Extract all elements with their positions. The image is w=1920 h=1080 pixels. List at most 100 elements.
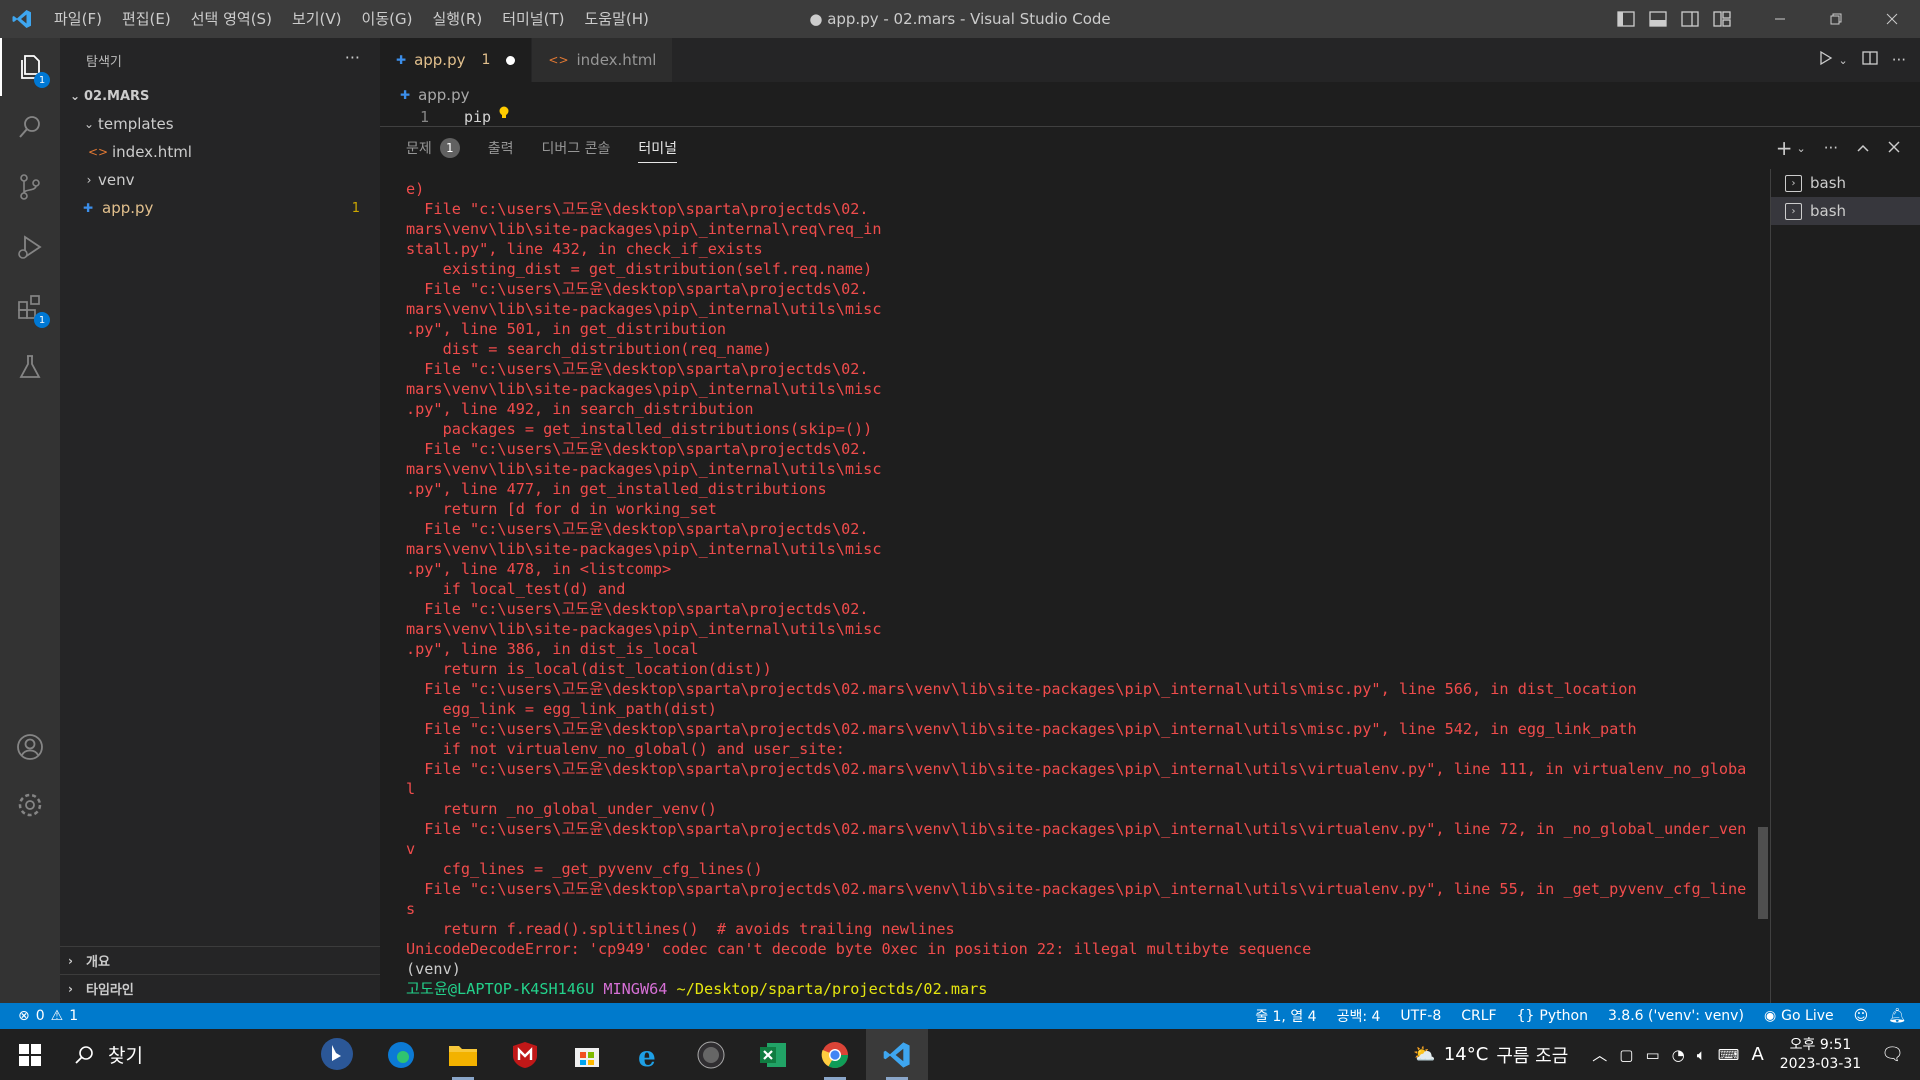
clock[interactable]: 오후 9:51 2023-03-31 [1780, 1036, 1861, 1074]
run-dropdown-chevron-icon[interactable]: ⌄ [1838, 54, 1847, 67]
terminal-output[interactable]: e) File "c:\users\고도윤\desktop\sparta\pro… [406, 179, 1746, 999]
toggle-secondary-sidebar-icon[interactable] [1674, 0, 1706, 38]
microsoft-store-icon[interactable] [556, 1029, 618, 1080]
explorer-icon[interactable]: 1 [0, 38, 60, 96]
menu-help[interactable]: 도움말(H) [574, 0, 658, 38]
problem-count: 1 [351, 200, 360, 216]
terminal-line: UnicodeDecodeError: 'cp949' codec can't … [406, 940, 1312, 958]
battery-icon[interactable]: ▭ [1645, 1046, 1659, 1064]
menu-selection[interactable]: 선택 영역(S) [181, 0, 282, 38]
menu-view[interactable]: 보기(V) [282, 0, 352, 38]
editor-actions: ⌄ ··· [1818, 38, 1906, 82]
toggle-primary-sidebar-icon[interactable] [1610, 0, 1642, 38]
breadcrumb-file[interactable]: app.py [418, 86, 469, 104]
end-of-line[interactable]: CRLF [1461, 1008, 1496, 1024]
terminal-dropdown-chevron-icon[interactable]: ⌄ [1796, 142, 1805, 155]
lightbulb-icon[interactable] [498, 106, 510, 124]
code-text[interactable]: pip [464, 108, 491, 126]
windows-start-icon[interactable] [0, 1029, 60, 1080]
terminal-list-item[interactable]: › bash [1771, 197, 1920, 225]
keyboard-icon[interactable]: ⌨ [1718, 1046, 1740, 1064]
problems-status[interactable]: ⊗ 0 ⚠ 1 [0, 1008, 78, 1024]
terminal-scrollbar[interactable] [1758, 827, 1768, 919]
minimize-icon[interactable] [1752, 0, 1808, 38]
terminal-prompt[interactable]: 고도윤@LAPTOP-K4SH146U MINGW64 ~/Desktop/sp… [406, 979, 1746, 999]
unsaved-dot-icon[interactable] [506, 55, 516, 65]
new-terminal-plus-icon[interactable]: + [1776, 136, 1793, 160]
settings-gear-icon[interactable] [0, 776, 60, 834]
panel-actions: + ⌄ ··· [1776, 127, 1900, 169]
search-icon[interactable] [0, 98, 60, 156]
chrome-icon[interactable] [804, 1029, 866, 1080]
menu-terminal[interactable]: 터미널(T) [492, 0, 574, 38]
encoding[interactable]: UTF-8 [1400, 1008, 1441, 1024]
mcafee-icon[interactable] [494, 1029, 556, 1080]
folder-root-02mars[interactable]: ⌄ 02.MARS [60, 82, 380, 110]
tab-index-html[interactable]: <> index.html [532, 38, 674, 82]
tab-problems[interactable]: 문제 1 [380, 127, 474, 169]
edge-browser-icon[interactable] [370, 1029, 432, 1080]
vscode-taskbar-icon[interactable] [866, 1029, 928, 1080]
editor-more-icon[interactable]: ··· [1892, 51, 1906, 69]
terminal-line: (venv) [406, 960, 461, 978]
file-explorer-icon[interactable] [432, 1029, 494, 1080]
close-panel-icon[interactable] [1888, 139, 1900, 157]
restore-icon[interactable] [1808, 0, 1864, 38]
menu-edit[interactable]: 편집(E) [112, 0, 181, 38]
tree-item-templates[interactable]: ⌄ templates [60, 110, 380, 138]
split-editor-icon[interactable] [1862, 50, 1878, 70]
tab-debug-console[interactable]: 디버그 콘솔 [528, 127, 625, 169]
tray-chevron-up-icon[interactable]: ︿ [1592, 1044, 1607, 1065]
feedback-person-icon[interactable]: ☺ [1854, 1008, 1869, 1024]
excel-icon[interactable] [742, 1029, 804, 1080]
customize-layout-icon[interactable] [1706, 0, 1738, 38]
terminal-line: e) [406, 180, 425, 198]
extensions-icon[interactable]: 1 [0, 278, 60, 336]
more-actions-icon[interactable]: ··· [345, 48, 360, 67]
timeline-section[interactable]: › 타임라인 [60, 974, 380, 1002]
cursor-position[interactable]: 줄 1, 열 4 [1255, 1006, 1316, 1026]
menu-run[interactable]: 실행(R) [422, 0, 492, 38]
activity-bar: 1 1 [0, 38, 60, 1003]
terminal-line: if not virtualenv_no_global() and user_s… [406, 740, 845, 758]
python-interpreter[interactable]: 3.8.6 ('venv': venv) [1608, 1008, 1744, 1024]
tree-item-venv[interactable]: › venv [60, 166, 380, 194]
tab-label: app.py [414, 51, 466, 69]
terminal-line: File "c:\users\고도윤\desktop\sparta\projec… [406, 600, 869, 618]
breadcrumb: ✚ app.py [400, 84, 469, 106]
terminal-list-item[interactable]: › bash [1771, 169, 1920, 197]
notifications-bell-icon[interactable]: 🔔︎ [1888, 1008, 1906, 1024]
tree-item-app-py[interactable]: ✚ app.py 1 [60, 194, 380, 222]
wifi-icon[interactable]: ◔ [1672, 1046, 1685, 1064]
tab-output[interactable]: 출력 [474, 127, 528, 169]
bing-icon[interactable] [320, 1037, 354, 1076]
menu-go[interactable]: 이동(G) [352, 0, 423, 38]
go-live-button[interactable]: ◉ Go Live [1764, 1008, 1834, 1024]
menu-file[interactable]: 파일(F) [44, 0, 112, 38]
indentation[interactable]: 공백: 4 [1337, 1006, 1381, 1026]
notification-center-icon[interactable]: 🗨︎ [1881, 1044, 1904, 1065]
outline-section[interactable]: › 개요 [60, 946, 380, 974]
maximize-panel-chevron-up-icon[interactable] [1856, 139, 1870, 157]
toggle-panel-icon[interactable] [1642, 0, 1674, 38]
testing-flask-icon[interactable] [0, 338, 60, 396]
accounts-icon[interactable] [0, 718, 60, 776]
language-mode[interactable]: {} Python [1517, 1008, 1588, 1024]
tab-app-py[interactable]: ✚ app.py 1 [380, 38, 533, 82]
source-control-icon[interactable] [0, 158, 60, 216]
taskbar-search[interactable]: 찾기 [60, 1029, 370, 1080]
weather-widget[interactable]: ⛅ 14°C 구름 조금 [1413, 1042, 1568, 1068]
meet-now-icon[interactable]: ▢ [1619, 1046, 1633, 1064]
run-debug-icon[interactable] [0, 218, 60, 276]
volume-icon[interactable]: 🔈︎ [1697, 1046, 1706, 1064]
internet-explorer-icon[interactable]: e [618, 1029, 680, 1080]
tab-terminal[interactable]: 터미널 [624, 127, 691, 169]
html-file-icon: <> [87, 145, 109, 159]
obs-icon[interactable] [680, 1029, 742, 1080]
panel-more-icon[interactable]: ··· [1824, 139, 1838, 157]
tree-item-index-html[interactable]: <> index.html [60, 138, 380, 166]
close-icon[interactable] [1864, 0, 1920, 38]
run-python-file-icon[interactable] [1818, 50, 1834, 70]
ime-indicator[interactable]: A [1751, 1044, 1763, 1065]
code-editor[interactable]: 1 pip [380, 106, 1920, 126]
